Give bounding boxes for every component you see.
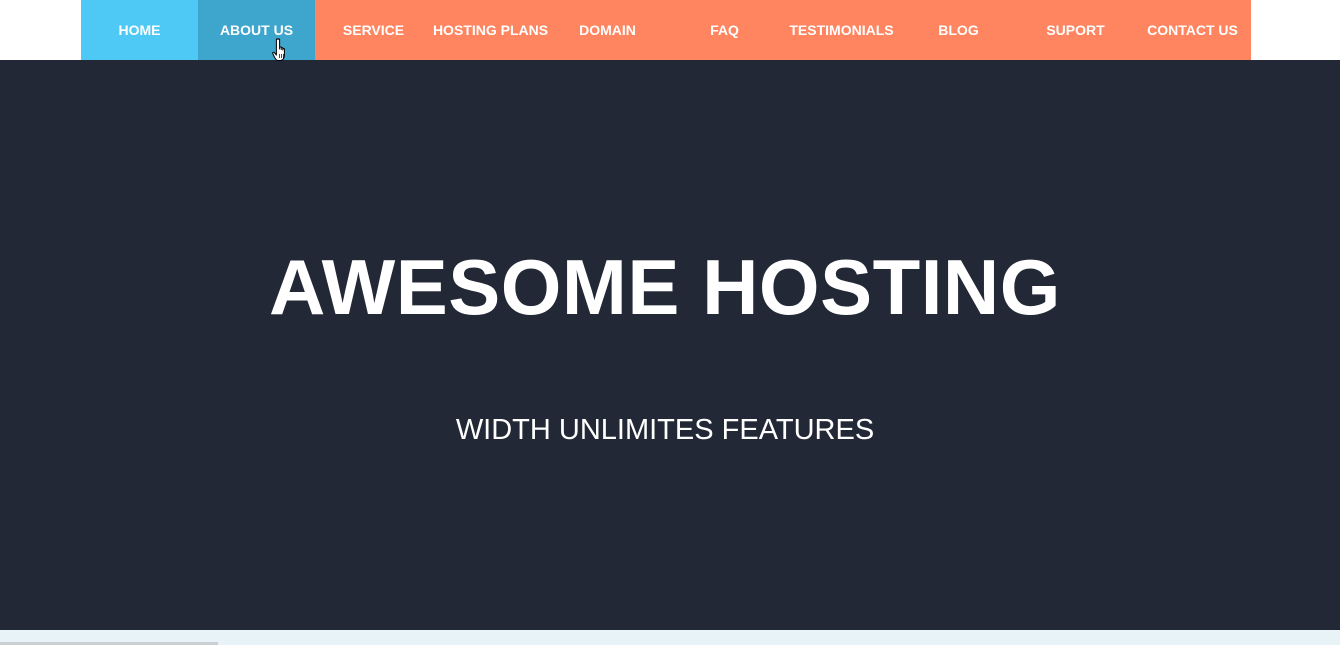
nav-item-label: DOMAIN	[579, 22, 636, 38]
nav-item-about-us[interactable]: ABOUT US	[198, 0, 315, 60]
nav-item-service[interactable]: SERVICE	[315, 0, 432, 60]
hero-section: AWESOME HOSTING WIDTH UNLIMITES FEATURES	[0, 60, 1340, 630]
hero-title: AWESOME HOSTING	[269, 243, 1061, 331]
top-bar: HOME ABOUT US SERVICE HOSTING PLANS DOMA…	[0, 0, 1340, 60]
hand-pointer-icon	[272, 38, 285, 61]
nav-item-label: ABOUT US	[219, 22, 294, 38]
nav-item-label: CONTACT US	[1147, 22, 1238, 38]
nav-item-label: BLOG	[938, 22, 979, 38]
nav-item-faq[interactable]: FAQ	[666, 0, 783, 60]
nav-item-label: HOME	[118, 22, 161, 38]
nav-item-label: TESTIMONIALS	[789, 22, 894, 38]
nav-item-label: FAQ	[710, 22, 739, 38]
nav-item-blog[interactable]: BLOG	[900, 0, 1017, 60]
nav-item-label: SERVICE	[342, 22, 405, 38]
nav-item-testimonials[interactable]: TESTIMONIALS	[783, 0, 900, 60]
nav-item-contact-us[interactable]: CONTACT US	[1134, 0, 1251, 60]
nav-item-home[interactable]: HOME	[81, 0, 198, 60]
nav-item-domain[interactable]: DOMAIN	[549, 0, 666, 60]
page: HOME ABOUT US SERVICE HOSTING PLANS DOMA…	[0, 0, 1340, 645]
nav-item-label: HOSTING PLANS	[432, 22, 549, 38]
hero-subtitle: WIDTH UNLIMITES FEATURES	[455, 414, 875, 446]
nav-item-label: SUPORT	[1046, 22, 1105, 38]
main-nav: HOME ABOUT US SERVICE HOSTING PLANS DOMA…	[81, 0, 1251, 60]
nav-item-suport[interactable]: SUPORT	[1017, 0, 1134, 60]
nav-item-hosting-plans[interactable]: HOSTING PLANS	[432, 0, 549, 60]
